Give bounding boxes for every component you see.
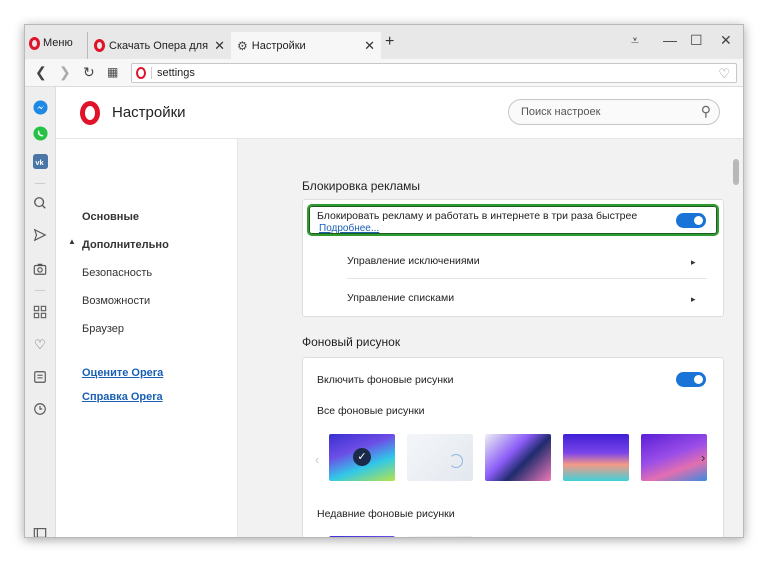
chevron-left-icon[interactable]: ‹ — [315, 452, 319, 467]
reload-icon[interactable]: ↻ — [83, 64, 95, 81]
window-close-icon[interactable]: ✕ — [720, 32, 732, 49]
toggle-knob — [694, 375, 703, 384]
recent-wallpapers-label: Недавние фоновые рисунки — [317, 508, 455, 520]
adblock-toggle-label: Блокировать рекламу и работать в интерне… — [317, 210, 638, 222]
toggle-knob — [694, 216, 703, 225]
news-icon[interactable] — [30, 367, 50, 387]
history-icon[interactable] — [30, 399, 50, 419]
bookmark-heart-icon[interactable]: ♡ — [718, 66, 730, 82]
adblock-section-title: Блокировка рекламы — [302, 179, 421, 193]
settings-nav: Основные ▲ Дополнительно Безопасность Во… — [56, 139, 238, 537]
close-icon[interactable]: ✕ — [214, 38, 225, 54]
rate-opera-link[interactable]: Оцените Opera — [82, 367, 163, 379]
chevron-right-icon[interactable]: ▸ — [691, 294, 696, 305]
gear-icon: ⚙ — [237, 38, 248, 53]
url-text: settings — [157, 67, 195, 79]
wallpaper-thumb[interactable] — [641, 434, 707, 481]
nav-advanced[interactable]: Дополнительно — [82, 239, 169, 251]
settings-main: Блокировка рекламы Блокировать рекламу и… — [238, 139, 743, 537]
nav-security[interactable]: Безопасность — [82, 267, 152, 279]
page-title: Настройки — [112, 104, 186, 121]
sidebar-divider — [35, 290, 45, 291]
speed-dial-icon[interactable]: ▦ — [107, 65, 118, 79]
row-divider — [347, 278, 707, 279]
maximize-icon[interactable]: ☐ — [690, 32, 703, 49]
panel-icon[interactable] — [30, 523, 50, 537]
chevron-right-icon[interactable]: › — [701, 450, 705, 465]
search-icon: ⚲ — [700, 103, 711, 119]
wallpaper-swirl — [449, 454, 463, 468]
svg-text:vk: vk — [35, 157, 44, 166]
forward-icon[interactable]: ❯ — [59, 64, 71, 81]
manage-exceptions-label[interactable]: Управление исключениями — [347, 255, 480, 267]
opera-menu-button[interactable]: Меню — [29, 33, 73, 53]
adblock-more-link[interactable]: Подробнее... — [319, 223, 379, 234]
opera-help-link[interactable]: Справка Opera — [82, 391, 163, 403]
opera-logo-icon — [29, 36, 40, 50]
selected-check-icon: ✓ — [353, 448, 371, 466]
settings-page: Настройки Поиск настроек ⚲ Основные ▲ До… — [56, 87, 743, 537]
tab-label: Скачать Опера для компьютера — [109, 39, 210, 52]
wallpaper-thumb[interactable] — [407, 434, 473, 481]
chevron-right-icon[interactable]: ▸ — [691, 257, 696, 268]
wallpaper-toggle[interactable] — [676, 372, 706, 387]
messenger-icon[interactable] — [30, 97, 50, 117]
collapse-triangle-icon[interactable]: ▲ — [68, 237, 76, 246]
minimize-icon[interactable]: — — [663, 32, 677, 48]
settings-header: Настройки Поиск настроек ⚲ — [56, 87, 743, 139]
browser-window: Меню Скачать Опера для компьютера ✕ ⚙ На… — [24, 24, 744, 538]
menu-label: Меню — [43, 37, 73, 49]
tab-label: Настройки — [251, 39, 306, 52]
wallpaper-section-title: Фоновый рисунок — [302, 335, 401, 349]
send-icon[interactable] — [30, 225, 50, 245]
wallpaper-thumb[interactable] — [563, 434, 629, 481]
nav-basic[interactable]: Основные — [82, 211, 139, 223]
adblock-card: Блокировать рекламу и работать в интерне… — [302, 199, 724, 317]
tab-settings[interactable]: ⚙ Настройки ✕ — [231, 32, 381, 59]
search-icon[interactable] — [30, 193, 50, 213]
manage-lists-label[interactable]: Управление списками — [347, 292, 454, 304]
scrollbar-thumb[interactable] — [733, 159, 739, 185]
opera-logo-icon — [80, 101, 100, 125]
whatsapp-icon[interactable] — [30, 123, 50, 143]
search-placeholder: Поиск настроек — [521, 106, 601, 118]
wallpaper-toggle-label: Включить фоновые рисунки — [317, 374, 454, 386]
back-icon[interactable]: ❮ — [35, 64, 47, 81]
nav-features[interactable]: Возможности — [82, 295, 150, 307]
tab-menu-icon[interactable]: ⩡ — [631, 32, 639, 49]
opera-logo-icon — [94, 39, 105, 52]
opera-logo-icon — [136, 67, 146, 79]
url-field[interactable]: settings ♡ — [131, 63, 737, 83]
tab-download-opera[interactable]: Скачать Опера для компьютера ✕ — [87, 32, 231, 59]
address-bar: ❮ ❯ ↻ ▦ settings ♡ — [25, 59, 743, 87]
tab-bar: Меню Скачать Опера для компьютера ✕ ⚙ На… — [25, 25, 743, 59]
adblock-toggle[interactable] — [676, 213, 706, 228]
settings-search-input[interactable]: Поиск настроек ⚲ — [508, 99, 720, 125]
close-icon[interactable]: ✕ — [364, 38, 375, 54]
wallpaper-thumb[interactable] — [407, 536, 473, 537]
new-tab-icon[interactable]: + — [385, 33, 394, 51]
sidebar: vk ♡ — [25, 87, 56, 537]
nav-browser[interactable]: Браузер — [82, 323, 124, 335]
vk-icon[interactable]: vk — [30, 151, 50, 171]
speed-dial-icon[interactable] — [30, 302, 50, 322]
all-wallpapers-label: Все фоновые рисунки — [317, 405, 425, 417]
wallpaper-thumb[interactable] — [329, 536, 395, 537]
heart-icon[interactable]: ♡ — [30, 335, 50, 355]
wallpaper-thumb[interactable]: ✓ — [329, 434, 395, 481]
url-separator — [151, 67, 152, 79]
sidebar-divider — [35, 183, 45, 184]
camera-icon[interactable] — [30, 259, 50, 279]
wallpaper-card: Включить фоновые рисунки Все фоновые рис… — [302, 357, 724, 537]
wallpaper-thumb[interactable] — [485, 434, 551, 481]
